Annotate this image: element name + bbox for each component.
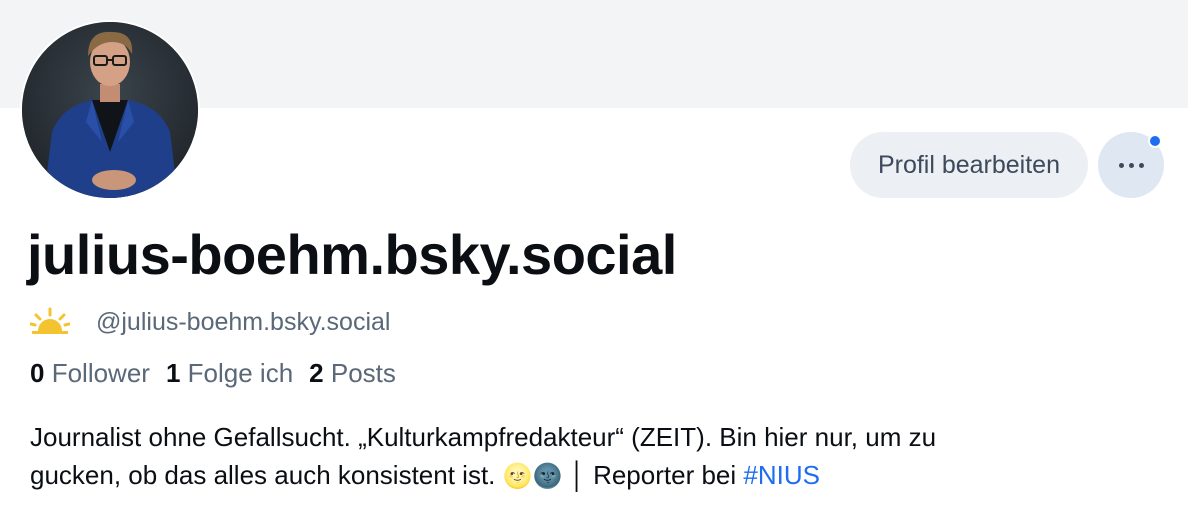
bio-line-1: Journalist ohne Gefallsucht. „Kulturkamp…	[30, 422, 937, 452]
posts-stat: 2 Posts	[309, 358, 396, 389]
ellipsis-icon	[1118, 162, 1144, 168]
posts-count: 2	[309, 358, 324, 388]
avatar[interactable]	[20, 20, 200, 200]
profile-actions: Profil bearbeiten	[849, 132, 1164, 198]
following-label: Folge ich	[187, 358, 294, 388]
sunrise-icon	[30, 307, 70, 334]
handle: @julius-boehm.bsky.social	[96, 307, 391, 336]
posts-label: Posts	[330, 358, 396, 388]
more-options-button[interactable]	[1098, 132, 1164, 198]
profile-bio: Journalist ohne Gefallsucht. „Kulturkamp…	[30, 418, 1160, 495]
handle-row: @julius-boehm.bsky.social	[30, 304, 390, 340]
following-count: 1	[165, 358, 181, 388]
bio-line-2: gucken, ob das alles auch konsistent ist…	[30, 456, 1160, 495]
notification-dot-icon	[1148, 134, 1162, 148]
bio-line-2-text: gucken, ob das alles auch konsistent ist…	[30, 460, 503, 490]
edit-profile-button[interactable]: Profil bearbeiten	[849, 132, 1088, 198]
bio-line-2-tail: │ Reporter bei	[562, 460, 744, 490]
following-stat[interactable]: 1 Folge ich	[166, 358, 293, 389]
followers-label: Follower	[51, 358, 150, 388]
moon-emoji-icons: 🌝🌚	[502, 462, 563, 490]
profile-stats: 0 Follower 1 Folge ich 2 Posts	[30, 358, 396, 389]
followers-count: 0	[30, 358, 45, 388]
hashtag-link[interactable]: #NIUS	[743, 460, 820, 490]
profile-page: Profil bearbeiten julius-boehm.bsky.soci…	[0, 0, 1188, 516]
avatar-image	[22, 22, 198, 198]
display-name: julius-boehm.bsky.social	[27, 223, 677, 286]
followers-stat[interactable]: 0 Follower	[30, 358, 150, 389]
